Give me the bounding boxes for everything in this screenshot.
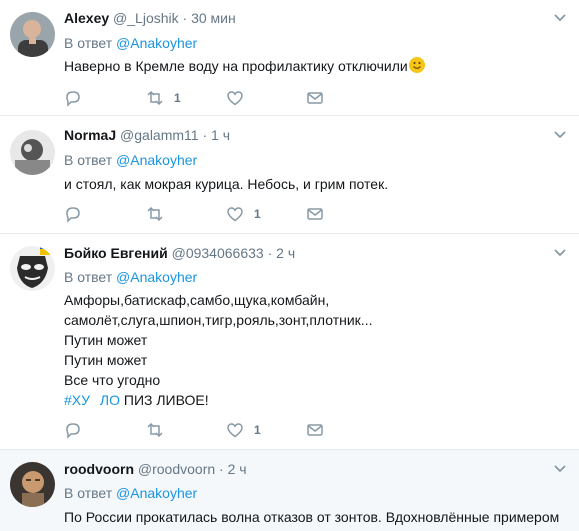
tweet-line: По России прокатилась волна отказов от з…	[64, 509, 560, 525]
avatar[interactable]	[10, 130, 55, 175]
avatar[interactable]	[10, 12, 55, 57]
user-handle[interactable]: @_Ljoshik	[113, 10, 179, 26]
tweet[interactable]: Alexey @_Ljoshik · 30 мин В ответ @Anako…	[0, 0, 579, 116]
user-name[interactable]: NormaJ	[64, 127, 116, 143]
tweet-line-last: #ХУ ЛО ПИЗ ЛИВОЕ!	[64, 390, 372, 410]
heart-icon	[227, 423, 243, 438]
reply-to: В ответ @Anakoyher	[64, 484, 197, 502]
retweet-icon	[147, 90, 163, 106]
tweet-actions: 1	[64, 420, 364, 440]
avatar[interactable]	[10, 462, 55, 507]
heart-icon	[227, 91, 243, 106]
retweet-icon	[147, 206, 163, 222]
reply-to: В ответ @Anakoyher	[64, 268, 197, 286]
reply-icon	[66, 423, 80, 439]
hashtag-tail[interactable]: ЛО	[100, 392, 120, 408]
reply-to: В ответ @Anakoyher	[64, 151, 197, 169]
hashtag-link[interactable]: #ХУ	[64, 392, 90, 408]
tweet[interactable]: NormaJ @galamm11 · 1 ч В ответ @Anakoyhe…	[0, 116, 579, 234]
caps-text: ПИЗ ЛИВОЕ!	[123, 392, 209, 408]
tweet[interactable]: roodvoorn @roodvoorn · 2 ч В ответ @Anak…	[0, 450, 579, 531]
tweet-line: Наверно в Кремле воду на профилактику от…	[64, 58, 408, 74]
reply-to-link[interactable]: @Anakoyher	[116, 269, 197, 285]
reply-icon	[66, 91, 80, 107]
heart-icon	[227, 207, 243, 222]
reply-button[interactable]	[64, 204, 82, 224]
tweet-header: roodvoorn @roodvoorn · 2 ч	[64, 460, 247, 478]
reply-prefix: В ответ	[64, 152, 113, 168]
tweet[interactable]: Бойко Евгений @0934066633 · 2 ч В ответ …	[0, 234, 579, 450]
like-count: 1	[254, 207, 261, 221]
direct-message-button[interactable]	[306, 204, 324, 224]
smile-emoji-icon	[408, 57, 425, 73]
tweet-header: Alexey @_Ljoshik · 30 мин	[64, 9, 236, 27]
message-icon	[307, 424, 323, 436]
direct-message-button[interactable]	[306, 88, 324, 108]
tweet-line: Амфоры,батискаф,самбо,щука,комбайн,	[64, 292, 330, 308]
user-name[interactable]: Бойко Евгений	[64, 245, 168, 261]
user-name[interactable]: roodvoorn	[64, 461, 134, 477]
reply-prefix: В ответ	[64, 485, 113, 501]
chevron-down-icon[interactable]	[553, 462, 567, 476]
tweet-line: Путин может	[64, 352, 148, 368]
retweet-button[interactable]: 1	[146, 88, 181, 108]
reply-prefix: В ответ	[64, 35, 113, 51]
tweet-line: самолёт,слуга,шпион,тигр,рояль,зонт,плот…	[64, 312, 373, 328]
like-button[interactable]	[226, 88, 244, 108]
reply-to: В ответ @Anakoyher	[64, 34, 197, 52]
user-handle[interactable]: @roodvoorn	[138, 461, 215, 477]
reply-prefix: В ответ	[64, 269, 113, 285]
reply-icon	[66, 207, 80, 223]
separator: ·	[182, 10, 188, 26]
timestamp[interactable]: 1 ч	[211, 127, 230, 143]
chevron-down-icon[interactable]	[553, 246, 567, 260]
reply-button[interactable]	[64, 420, 82, 440]
separator: ·	[267, 245, 273, 261]
retweet-button[interactable]	[146, 420, 164, 440]
retweet-icon	[147, 422, 163, 438]
reply-to-link[interactable]: @Anakoyher	[116, 485, 197, 501]
direct-message-button[interactable]	[306, 420, 324, 440]
tweet-text: По России прокатилась волна отказов от з…	[64, 507, 559, 527]
tweet-line: Все что угодно	[64, 372, 161, 388]
tweet-actions: 1	[64, 204, 364, 224]
tweet-header: NormaJ @galamm11 · 1 ч	[64, 126, 230, 144]
user-name[interactable]: Alexey	[64, 10, 109, 26]
tweet-line: Путин может	[64, 332, 148, 348]
reply-to-link[interactable]: @Anakoyher	[116, 35, 197, 51]
separator: ·	[219, 461, 224, 477]
timestamp[interactable]: 2 ч	[276, 245, 295, 261]
message-icon	[307, 208, 323, 220]
tweet-text: Наверно в Кремле воду на профилактику от…	[64, 56, 425, 76]
reply-button[interactable]	[64, 88, 82, 108]
tweet-line: и стоял, как мокрая курица. Небось, и гр…	[64, 176, 389, 192]
timestamp[interactable]: 2 ч	[228, 461, 247, 477]
tweet-actions: 1	[64, 88, 364, 108]
user-handle[interactable]: @0934066633	[172, 245, 264, 261]
message-icon	[307, 92, 323, 104]
retweet-count: 1	[174, 91, 181, 105]
tweet-header: Бойко Евгений @0934066633 · 2 ч	[64, 244, 295, 262]
tweet-text: и стоял, как мокрая курица. Небось, и гр…	[64, 174, 388, 194]
avatar[interactable]	[10, 246, 55, 291]
chevron-down-icon[interactable]	[553, 128, 567, 142]
tweet-text: Амфоры,батискаф,самбо,щука,комбайн, само…	[64, 290, 372, 410]
like-count: 1	[254, 423, 261, 437]
reply-to-link[interactable]: @Anakoyher	[116, 152, 197, 168]
like-button[interactable]: 1	[226, 420, 261, 440]
separator: ·	[202, 127, 208, 143]
retweet-button[interactable]	[146, 204, 164, 224]
chevron-down-icon[interactable]	[553, 11, 567, 25]
user-handle[interactable]: @galamm11	[120, 127, 199, 143]
like-button[interactable]: 1	[226, 204, 261, 224]
timestamp[interactable]: 30 мин	[191, 10, 236, 26]
